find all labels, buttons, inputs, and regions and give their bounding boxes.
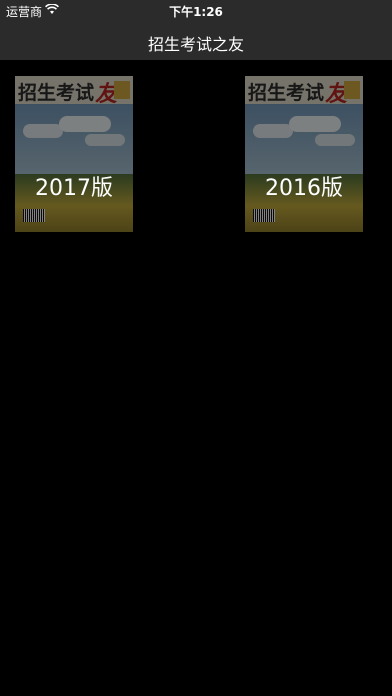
cover-overlay [15,76,133,232]
magazine-cover-2016[interactable]: 招生考试 友 2016版 [245,76,363,232]
navigation-bar: 招生考试之友 [0,20,392,60]
edition-label: 2016版 [265,176,343,201]
status-bar: 运营商 下午1:26 [0,0,392,20]
status-time: 下午1:26 [169,5,223,19]
page-title: 招生考试之友 [147,35,244,54]
edition-label: 2017版 [35,176,113,201]
magazine-cover-2017[interactable]: 招生考试 友 2017版 [15,76,133,232]
cover-overlay [245,76,363,232]
